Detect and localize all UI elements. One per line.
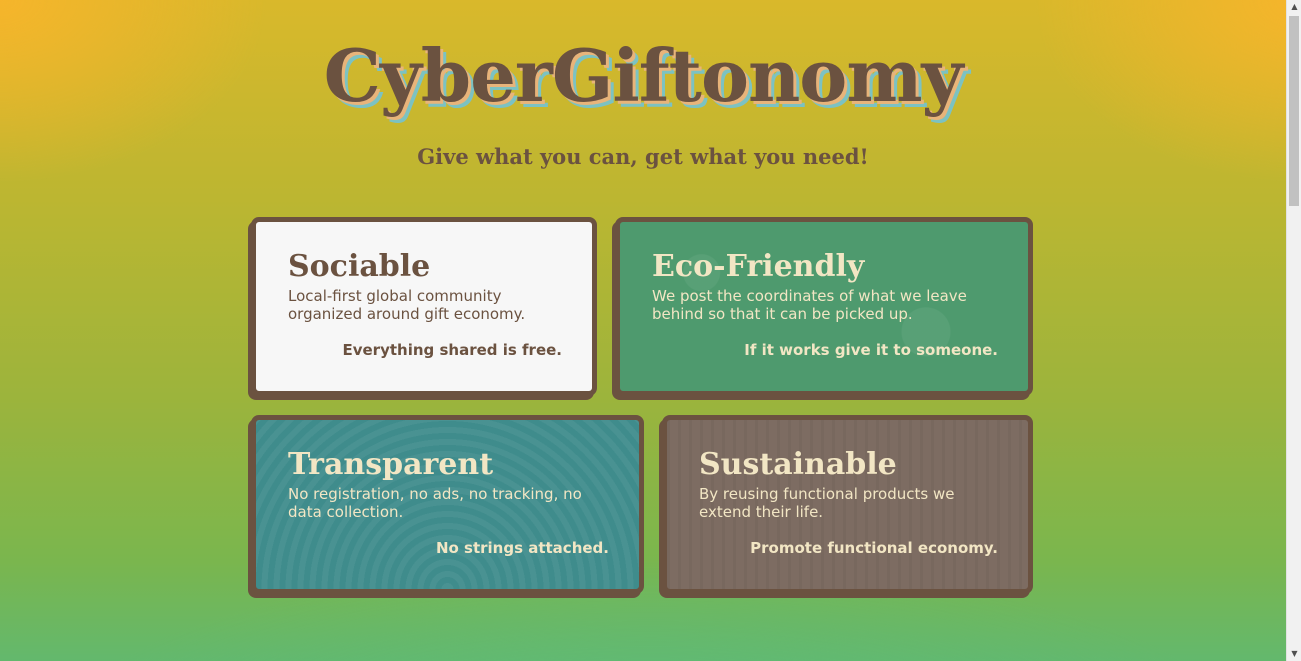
- tagline: Give what you can, get what you need!: [417, 144, 869, 169]
- site-title: CyberGiftonomy: [323, 33, 964, 118]
- card-title: Transparent: [288, 447, 494, 482]
- card-title: Eco-Friendly: [652, 249, 865, 284]
- card-title: Sociable: [288, 249, 431, 284]
- card-description: By reusing functional products we extend…: [699, 485, 955, 521]
- card-description: No registration, no ads, no tracking, no…: [288, 485, 582, 521]
- card-transparent: Transparent No registration, no ads, no …: [251, 415, 644, 594]
- card-description: Local-first global community organized a…: [288, 287, 526, 323]
- card-description: We post the coordinates of what we leave…: [652, 287, 967, 323]
- card-title: Sustainable: [699, 447, 897, 482]
- triangle-down-icon[interactable]: ▼: [1287, 647, 1301, 661]
- card-eco-friendly: Eco-Friendly We post the coordinates of …: [615, 217, 1033, 396]
- triangle-up-icon[interactable]: ▲: [1287, 0, 1301, 14]
- card-sociable: Sociable Local-first global community or…: [251, 217, 597, 396]
- page: CyberGiftonomy Give what you can, get wh…: [0, 0, 1286, 661]
- scrollbar-thumb[interactable]: [1289, 16, 1299, 206]
- vertical-scrollbar[interactable]: ▲ ▼: [1286, 0, 1301, 661]
- card-sustainable: Sustainable By reusing functional produc…: [662, 415, 1033, 594]
- card-motto: Everything shared is free.: [342, 341, 562, 359]
- card-motto: If it works give it to someone.: [744, 341, 998, 359]
- card-motto: Promote functional economy.: [750, 539, 998, 557]
- card-motto: No strings attached.: [435, 539, 609, 557]
